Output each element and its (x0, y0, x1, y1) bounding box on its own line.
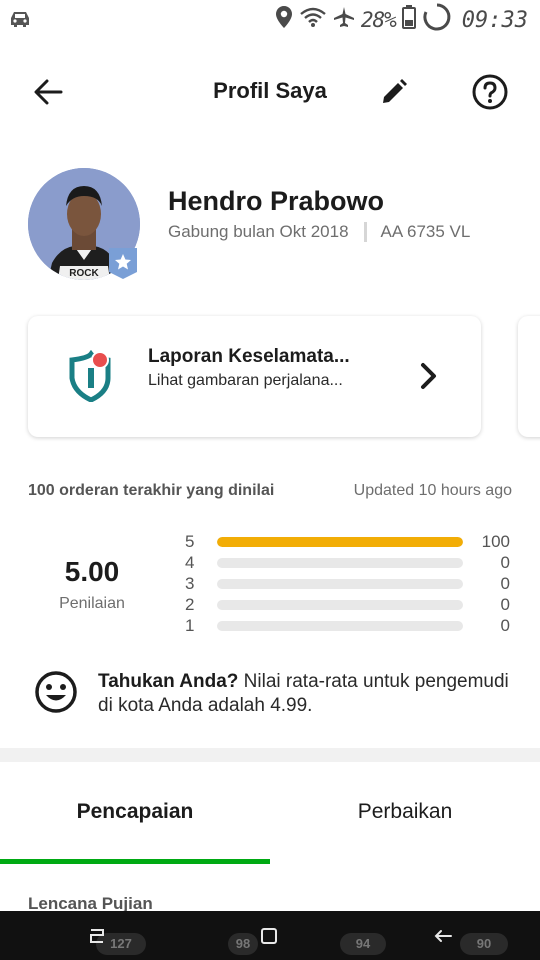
safety-card-title: Laporan Keselamata... (148, 346, 350, 367)
battery-percent: 28% (360, 8, 397, 32)
badge-count: 94 (340, 933, 386, 955)
help-icon (472, 74, 508, 110)
rating-count: 100 (481, 532, 510, 551)
tab-perbaikan[interactable]: Perbaikan (270, 800, 540, 824)
home-icon (261, 928, 277, 944)
app-header: Profil Saya (0, 56, 540, 126)
rating-star-label: 3 (185, 574, 195, 593)
ratings-scope-label: 100 orderan terakhir yang dinilai (28, 482, 275, 499)
rating-row-3: 30 (185, 574, 510, 594)
rating-star-label: 2 (185, 595, 195, 614)
rating-row-1: 10 (185, 616, 510, 636)
shirt-text: ROCK (69, 268, 99, 279)
ratings-updated-label: Updated 10 hours ago (353, 482, 512, 499)
chevron-right-icon (414, 358, 444, 394)
rating-count: 0 (500, 616, 510, 635)
driver-name: Hendro Prabowo (168, 186, 385, 216)
rating-row-4: 40 (185, 553, 510, 573)
battery-icon (401, 5, 416, 35)
smiley-icon (34, 670, 78, 714)
status-bar: 28% 09:33 (0, 0, 540, 40)
safety-card-subtitle: Lihat gambaran perjalana... (148, 372, 343, 389)
rating-bar-track (217, 579, 463, 589)
car-icon (8, 9, 32, 34)
back-icon (434, 930, 452, 942)
home-button[interactable] (256, 923, 282, 949)
did-you-know-text: Tahukan Anda? Nilai rata-rata untuk peng… (98, 670, 518, 718)
rating-score-label: Penilaian (59, 595, 125, 612)
rating-row-5: 5 100 (185, 532, 510, 552)
recent-apps-icon (90, 929, 104, 943)
rating-bar-track (217, 537, 463, 547)
clock: 09:33 (461, 7, 528, 33)
rating-count: 0 (500, 574, 510, 593)
badge-count: 90 (460, 933, 508, 955)
tab-pencapaian[interactable]: Pencapaian (0, 800, 270, 824)
safety-report-card[interactable]: Laporan Keselamata... Lihat gambaran per… (28, 316, 481, 437)
meta-divider (363, 222, 367, 242)
sync-icon (422, 2, 452, 38)
rating-star-label: 4 (185, 553, 195, 572)
wifi-icon (299, 6, 327, 34)
system-back-button[interactable] (430, 923, 456, 949)
section-divider (0, 748, 540, 762)
license-plate: AA 6735 VL (380, 222, 471, 241)
star-badge-icon (107, 246, 139, 280)
rating-row-2: 20 (185, 595, 510, 615)
page-title: Profil Saya (0, 78, 540, 104)
system-nav-bar: 127 98 94 90 (0, 911, 540, 960)
active-tab-indicator (0, 859, 270, 864)
rating-bar-track (217, 621, 463, 631)
rating-star-label: 1 (185, 616, 195, 635)
recent-apps-button[interactable] (84, 923, 110, 949)
location-icon (275, 5, 293, 35)
edit-profile-button[interactable] (374, 72, 414, 112)
rating-score: 5.00 (64, 556, 120, 587)
next-card-peek[interactable] (518, 316, 540, 437)
help-button[interactable] (470, 72, 510, 112)
rating-star-label: 5 (185, 532, 195, 551)
profile-meta: Gabung bulan Okt 2018 AA 6735 VL (168, 222, 470, 242)
page-title-text: Profil Saya (213, 78, 327, 103)
rating-bar-track (217, 558, 463, 568)
did-you-know-lead: Tahukan Anda? (98, 671, 239, 692)
rating-bar-track (217, 600, 463, 610)
badge-count: 98 (228, 933, 258, 955)
shield-icon (68, 349, 114, 403)
pencil-icon (383, 79, 407, 103)
rating-count: 0 (500, 595, 510, 614)
airplane-icon (333, 6, 355, 34)
join-date: Gabung bulan Okt 2018 (168, 222, 349, 241)
rating-bar-fill (217, 537, 463, 547)
rating-count: 0 (500, 553, 510, 572)
